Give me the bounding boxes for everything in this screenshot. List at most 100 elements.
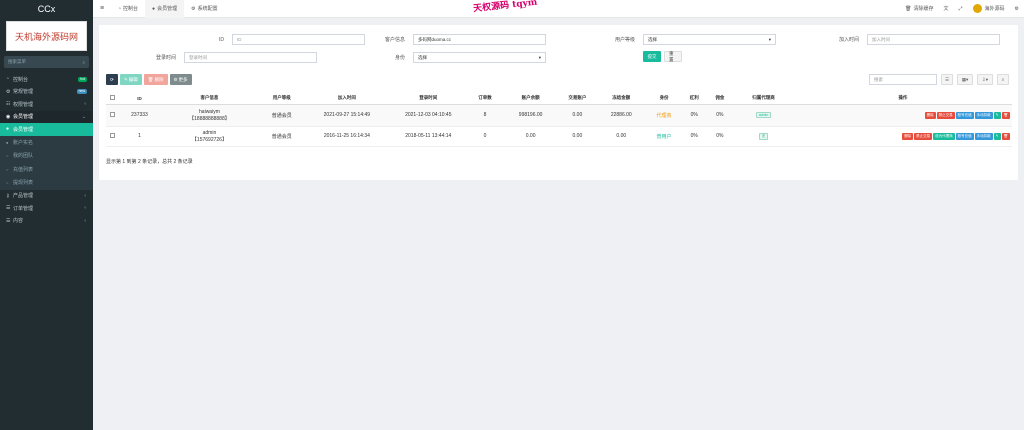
login-placeholder: 登录时间 (189, 54, 207, 60)
identity-value: 选择 (418, 54, 427, 60)
gear-icon: ⚙ (6, 88, 11, 95)
trash-icon: 🗑 (147, 76, 154, 82)
brand-title[interactable]: CCx (0, 0, 93, 18)
row-edit-icon[interactable]: ✎ (993, 132, 1001, 140)
more-button[interactable]: ⚙ 更多 (169, 74, 192, 85)
cell-frozen: 0.00 (596, 126, 647, 147)
col-level[interactable]: 用户等级 (259, 93, 305, 105)
sidebar-item-label: 会员管理 (13, 126, 34, 133)
sidebar-subitem-recharge[interactable]: ○ 充值列表 (0, 162, 93, 176)
sidebar-subitem-member-manage[interactable]: ● 会员管理 (0, 123, 93, 136)
cell-frozen: 22886.00 (596, 104, 647, 127)
row-checkbox[interactable] (110, 111, 116, 117)
sidebar-item-label: 账户实名 (13, 139, 34, 146)
sidebar-item-permissions[interactable]: ☷ 权限管理 ‹ (0, 98, 93, 111)
col-commission[interactable]: 佣金 (706, 93, 734, 105)
list-view-button[interactable]: ☰ (941, 74, 953, 85)
refresh-button[interactable]: ⟳ (106, 74, 118, 85)
tab-system-config[interactable]: ⚙ 系统配置 (184, 0, 225, 18)
row-trash-icon[interactable]: 🗑 (1001, 132, 1010, 140)
cell-id: 1 (119, 126, 160, 147)
col-balance[interactable]: 账户余额 (502, 93, 559, 105)
row-deduct-button[interactable]: 手动扣款 (974, 111, 993, 119)
row-delete-button[interactable]: 删除 (902, 132, 914, 140)
cell-customer: haiwaiym 【18888888888】 (159, 104, 260, 127)
login-time-input[interactable]: 登录时间 (184, 52, 317, 63)
columns-button[interactable]: ▦▾ (957, 74, 973, 85)
customer-input[interactable]: 多码网duoma.cc (413, 34, 546, 45)
clear-cache-button[interactable]: 🗑 清除缓存 (900, 5, 938, 13)
sidebar-item-content[interactable]: ☰ 内容 ‹ (0, 215, 93, 228)
join-label: 加入时间 (838, 37, 859, 43)
row-deduct-button[interactable]: 手动扣款 (974, 132, 993, 140)
fullscreen-icon[interactable]: ⤢ (953, 6, 967, 12)
tab-dashboard[interactable]: ◔ 控制台 (111, 0, 145, 18)
cell-trade: 0.00 (558, 126, 597, 147)
sidebar-item-label: 充值列表 (13, 166, 34, 173)
table-search-input[interactable]: 搜索 (869, 74, 937, 85)
sidebar-subitem-withdraw[interactable]: ○ 提现列表 (0, 176, 93, 190)
cell-login-time: 2021-12-03 04:10:45 (389, 104, 468, 127)
identity-select[interactable]: 选择 ▾ (413, 52, 546, 63)
sidebar-item-label: 订单管理 (13, 205, 34, 212)
select-all-checkbox[interactable] (110, 95, 116, 101)
advanced-search-button[interactable]: ⌕ (997, 74, 1009, 85)
join-placeholder: 加入时间 (872, 36, 890, 42)
row-delete-button[interactable]: 删除 (924, 111, 936, 119)
row-ban-trade-button[interactable]: 禁止交易 (936, 111, 955, 119)
level-select[interactable]: 选择 ▾ (643, 34, 776, 45)
row-checkbox[interactable] (110, 132, 116, 138)
clear-cache-label: 清除缓存 (913, 6, 934, 12)
sidebar-item-dashboard[interactable]: ◔ 控制台 hot (0, 73, 93, 86)
row-edit-icon[interactable]: ✎ (993, 111, 1001, 119)
table-row[interactable]: 1 admin 【157692726】 普通会员 2016-11-25 16:1… (106, 126, 1012, 147)
col-login-time[interactable]: 登录时间 (389, 93, 468, 105)
sidebar-item-members[interactable]: ◉ 会员管理 ⌄ (0, 110, 93, 123)
col-trade[interactable]: 交易账户 (558, 93, 597, 105)
language-icon[interactable]: 文 (938, 5, 953, 12)
edit-button[interactable]: ✎ 编辑 (120, 74, 142, 85)
delete-button[interactable]: 🗑 删除 (143, 74, 168, 85)
col-customer[interactable]: 客户信息 (159, 93, 260, 105)
col-frozen[interactable]: 冻结金额 (596, 93, 647, 105)
settings-icon[interactable]: ⚙ (1010, 6, 1024, 12)
id-label: ID (219, 36, 224, 43)
col-orders[interactable]: 订单数 (467, 93, 503, 105)
agent-tag[interactable]: 无 (758, 132, 769, 140)
cell-orders: 8 (467, 104, 503, 127)
row-trash-icon[interactable]: 🗑 (1001, 111, 1010, 119)
members-table: ID 客户信息 用户等级 加入时间 登录时间 订单数 账户余额 交易账户 冻结金… (106, 93, 1012, 147)
col-id[interactable]: ID (119, 93, 160, 105)
sidebar-item-label: 内容 (13, 218, 24, 225)
pencil-icon: ✎ (124, 76, 128, 82)
row-recharge-button[interactable]: 账号充值 (955, 132, 974, 140)
user-name: 海外源码 (984, 6, 1005, 12)
row-ban-trade-button[interactable]: 禁止交易 (914, 132, 933, 140)
col-lever[interactable]: 杠利 (681, 93, 707, 105)
sidebar-item-general[interactable]: ⚙ 常规管理 new (0, 86, 93, 99)
chevron-left-icon: ‹ (84, 101, 86, 108)
user-menu[interactable]: 海外源码 (968, 4, 1010, 13)
table-row[interactable]: 237333 haiwaiym 【18888888888】 普通会员 2021-… (106, 104, 1012, 127)
level-value: 选择 (648, 36, 657, 42)
col-identity[interactable]: 身份 (646, 93, 682, 105)
id-input[interactable]: ID (232, 34, 365, 45)
export-button[interactable]: ⇩▾ (977, 74, 993, 85)
join-time-input[interactable]: 加入时间 (867, 34, 1000, 45)
row-set-agent-button[interactable]: 设为代理商 (933, 132, 955, 140)
chevron-left-icon: ‹ (84, 192, 86, 199)
sidebar-search-input[interactable]: 搜索菜单 ⌕ (4, 56, 89, 68)
sidebar-subitem-team[interactable]: ○ 我的团队 (0, 149, 93, 163)
agent-tag[interactable]: admin (755, 112, 772, 118)
col-agent[interactable]: 归属代理商 (733, 93, 794, 105)
submit-button[interactable]: 提交 (643, 51, 661, 62)
sidebar-subitem-realname[interactable]: ● 账户实名 (0, 135, 93, 149)
menu-toggle-icon[interactable]: ≡ (93, 5, 111, 12)
tab-member-manage[interactable]: ● 会员管理 (145, 0, 185, 18)
sidebar-item-products[interactable]: ⚷ 产品管理 ‹ (0, 190, 93, 203)
cell-login-time: 2018-05-11 13:44:14 (389, 126, 468, 147)
row-recharge-button[interactable]: 账号充值 (955, 111, 974, 119)
col-join-time[interactable]: 加入时间 (304, 93, 390, 105)
sidebar-item-orders[interactable]: ☰ 订单管理 ‹ (0, 202, 93, 215)
reset-button[interactable]: 重置 (664, 51, 682, 62)
